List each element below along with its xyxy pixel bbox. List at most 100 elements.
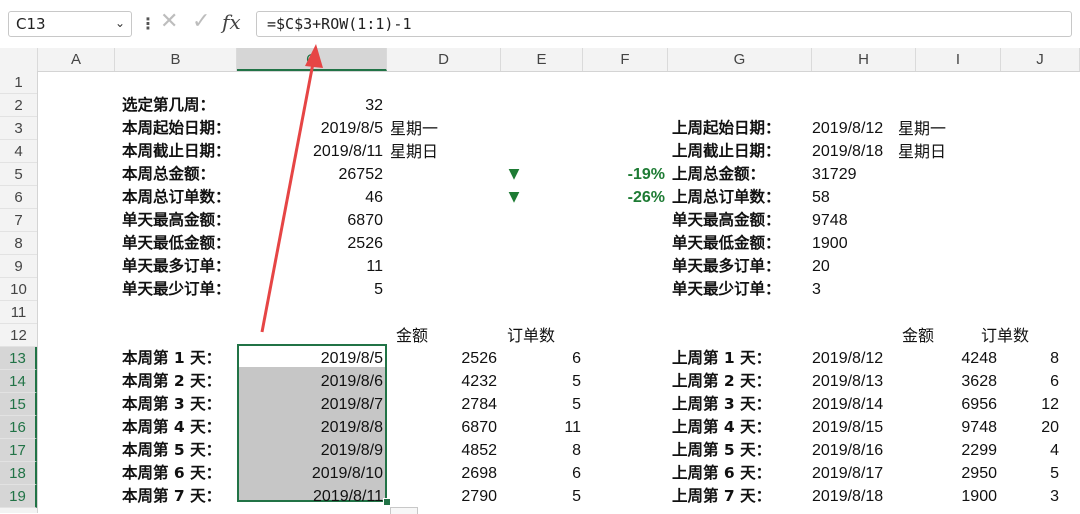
day-label: 本周第 4 天： bbox=[122, 418, 222, 436]
select-all-corner[interactable] bbox=[0, 48, 38, 71]
row-header-12[interactable]: 12 bbox=[0, 324, 37, 347]
column-header-h[interactable]: H bbox=[812, 48, 916, 71]
name-box[interactable]: C13 ⌄ bbox=[8, 11, 132, 37]
day-amount: 9748 bbox=[961, 419, 997, 436]
summary-value: 6870 bbox=[347, 212, 383, 229]
column-header-e[interactable]: E bbox=[501, 48, 583, 71]
day-amount: 6870 bbox=[461, 419, 497, 436]
row-header-2[interactable]: 2 bbox=[0, 94, 37, 117]
summary-label: 本周总订单数： bbox=[122, 188, 231, 206]
day-amount: 4232 bbox=[461, 373, 497, 390]
day-amount: 4248 bbox=[961, 350, 997, 367]
enter-icon[interactable]: ✓ bbox=[192, 9, 210, 34]
day-amount: 3628 bbox=[961, 373, 997, 390]
last-week-label: 单天最多订单： bbox=[672, 257, 781, 275]
day-date: 2019/8/12 bbox=[812, 350, 884, 367]
row-header-11[interactable]: 11 bbox=[0, 301, 37, 324]
column-header-g[interactable]: G bbox=[668, 48, 812, 71]
last-week-value: 1900 bbox=[812, 235, 848, 252]
change-percent: -26% bbox=[627, 189, 665, 206]
row-header-9[interactable]: 9 bbox=[0, 255, 37, 278]
summary-label: 单天最少订单： bbox=[122, 280, 231, 298]
row-header-6[interactable]: 6 bbox=[0, 186, 37, 209]
day-label: 上周第 2 天： bbox=[672, 372, 772, 390]
day-label: 本周第 7 天： bbox=[122, 487, 222, 505]
last-week-label: 单天最低金额： bbox=[672, 234, 781, 252]
day-orders: 6 bbox=[572, 465, 581, 482]
last-week-label: 上周总金额： bbox=[672, 165, 766, 183]
column-header-d[interactable]: D bbox=[387, 48, 501, 71]
row-header-19[interactable]: 19 bbox=[0, 485, 37, 508]
row-header-bar: 1 2 3 4 5 6 7 8 9 10 11 12 13 14 15 16 17 18 19 bbox=[0, 71, 38, 513]
day-label: 本周第 6 天： bbox=[122, 464, 222, 482]
worksheet-grid[interactable]: 选定第几周： 32 本周起始日期： 2019/8/5 星期一 本周截止日期： 2019/8/… bbox=[38, 71, 1080, 514]
day-amount: 1900 bbox=[961, 488, 997, 505]
day-date: 2019/8/16 bbox=[812, 442, 884, 459]
row-header-10[interactable]: 10 bbox=[0, 278, 37, 301]
day-date: 2019/8/15 bbox=[812, 419, 884, 436]
day-label: 本周第 5 天： bbox=[122, 441, 222, 459]
day-label: 上周第 4 天： bbox=[672, 418, 772, 436]
cancel-icon[interactable]: ✕ bbox=[160, 9, 178, 34]
day-date: 2019/8/11 bbox=[313, 488, 383, 505]
more-options-icon[interactable]: ⋮ bbox=[140, 14, 156, 33]
row-header-16[interactable]: 16 bbox=[0, 416, 37, 439]
summary-label: 单天最低金额： bbox=[122, 234, 231, 252]
day-date: 2019/8/17 bbox=[812, 465, 884, 482]
row-header-8[interactable]: 8 bbox=[0, 232, 37, 255]
column-header-f[interactable]: F bbox=[583, 48, 668, 71]
column-header-bar: ABCDEFGHIJ bbox=[0, 48, 1080, 72]
orders-header: 订单数 bbox=[980, 326, 1029, 345]
row-header-7[interactable]: 7 bbox=[0, 209, 37, 232]
row-header-1[interactable]: 1 bbox=[0, 71, 37, 94]
trend-down-icon: ▼ bbox=[508, 166, 520, 182]
change-percent: -19% bbox=[627, 166, 665, 183]
row-header-15[interactable]: 15 bbox=[0, 393, 37, 416]
last-week-value: 58 bbox=[812, 189, 830, 206]
chevron-down-icon[interactable]: ⌄ bbox=[115, 16, 125, 30]
day-label: 本周第 1 天： bbox=[122, 349, 222, 367]
summary-value: 11 bbox=[366, 258, 383, 275]
last-week-label: 上周截止日期： bbox=[672, 142, 781, 160]
row-header-5[interactable]: 5 bbox=[0, 163, 37, 186]
amount-header: 金额 bbox=[395, 326, 428, 345]
column-header-a[interactable]: A bbox=[38, 48, 115, 71]
row-header-17[interactable]: 17 bbox=[0, 439, 37, 462]
summary-value: 2526 bbox=[347, 235, 383, 252]
day-amount: 2698 bbox=[461, 465, 497, 482]
day-label: 上周第 1 天： bbox=[672, 349, 772, 367]
day-label: 上周第 6 天： bbox=[672, 464, 772, 482]
formula-input[interactable]: =$C$3+ROW(1:1)-1 bbox=[256, 11, 1072, 37]
row-header-4[interactable]: 4 bbox=[0, 140, 37, 163]
column-header-c[interactable]: C bbox=[237, 48, 387, 71]
column-header-i[interactable]: I bbox=[916, 48, 1001, 71]
day-amount: 2950 bbox=[961, 465, 997, 482]
row-header-14[interactable]: 14 bbox=[0, 370, 37, 393]
column-header-b[interactable]: B bbox=[115, 48, 237, 71]
day-amount: 4852 bbox=[461, 442, 497, 459]
day-label: 上周第 5 天： bbox=[672, 441, 772, 459]
insert-function-icon[interactable]: fx bbox=[222, 10, 241, 34]
day-label: 上周第 7 天： bbox=[672, 487, 772, 505]
column-header-j[interactable]: J bbox=[1001, 48, 1080, 71]
row-header-3[interactable]: 3 bbox=[0, 117, 37, 140]
summary-value: 5 bbox=[374, 281, 383, 298]
day-amount: 6956 bbox=[961, 396, 997, 413]
formula-text: =$C$3+ROW(1:1)-1 bbox=[267, 15, 412, 33]
day-date: 2019/8/9 bbox=[320, 442, 383, 459]
day-date: 2019/8/7 bbox=[320, 396, 383, 413]
weekday-text: 星期日 bbox=[898, 142, 947, 161]
day-orders: 5 bbox=[572, 396, 581, 413]
row-header-18[interactable]: 18 bbox=[0, 462, 37, 485]
day-orders: 20 bbox=[1041, 419, 1059, 436]
day-orders: 3 bbox=[1050, 488, 1059, 505]
day-amount: 2526 bbox=[461, 350, 497, 367]
last-week-label: 上周起始日期： bbox=[672, 119, 781, 137]
amount-header: 金额 bbox=[901, 326, 934, 345]
row-header-13[interactable]: 13 bbox=[0, 347, 37, 370]
summary-value: 2019/8/11 bbox=[313, 143, 383, 160]
last-week-label: 单天最少订单： bbox=[672, 280, 781, 298]
day-date: 2019/8/5 bbox=[320, 350, 383, 367]
day-orders: 11 bbox=[564, 419, 581, 436]
last-week-value: 3 bbox=[812, 281, 821, 298]
